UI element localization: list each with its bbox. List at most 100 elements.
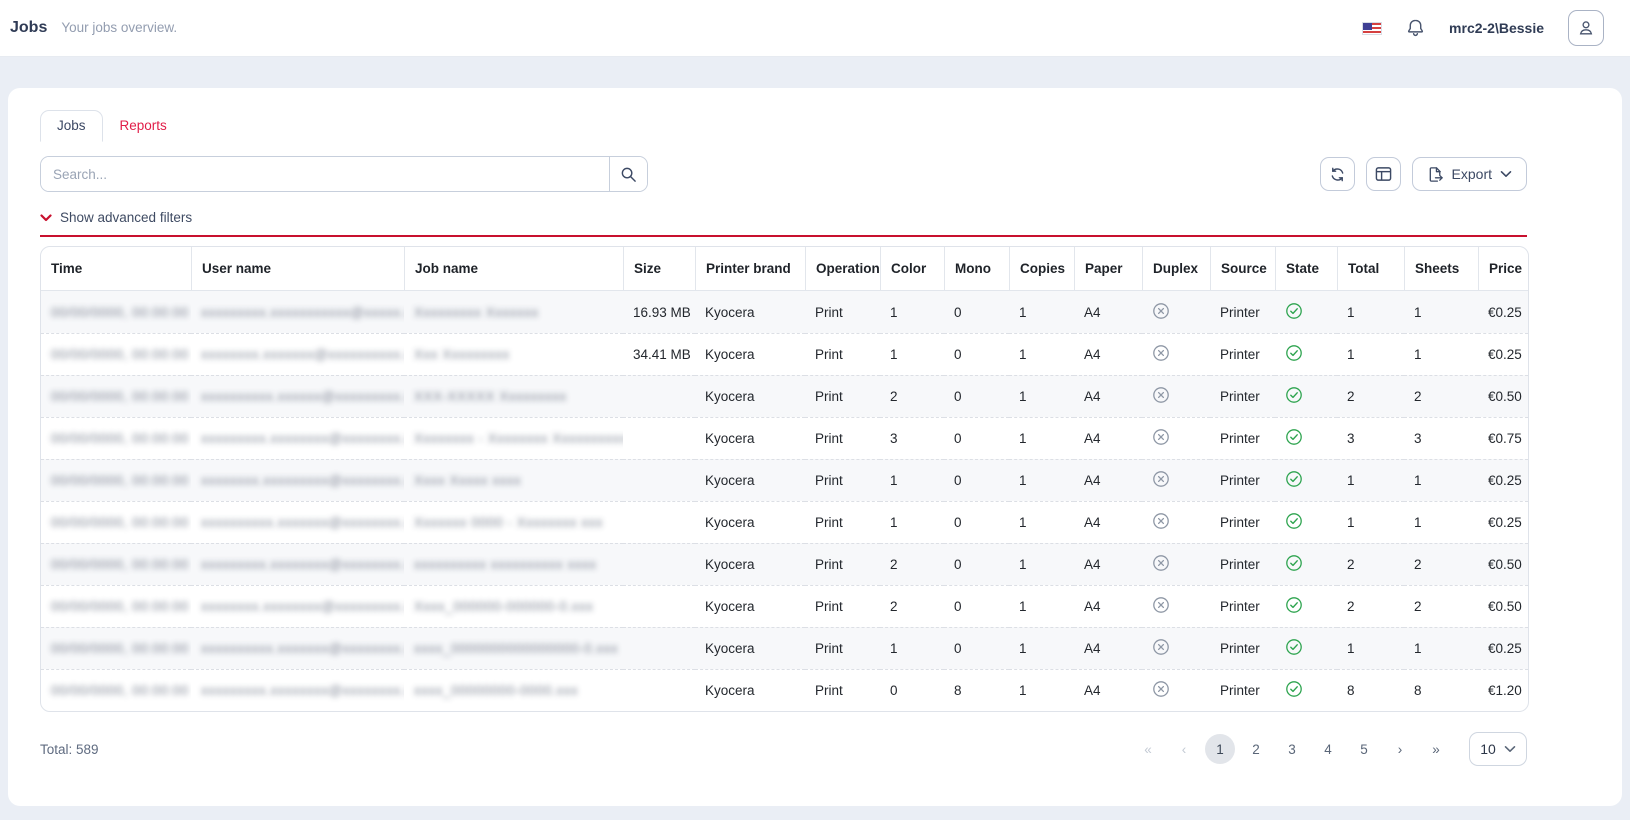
cell-size xyxy=(623,459,695,501)
cell-total: 3 xyxy=(1337,417,1404,459)
cell-user: xxxxxxxxxx.xxxxxx@xxxxxxxxx.xxx xyxy=(191,375,404,417)
column-header[interactable]: Mono xyxy=(944,247,1009,291)
pagination-page-button[interactable]: 4 xyxy=(1313,734,1343,764)
table-row[interactable]: 00/00/0000, 00:00:00xxxxxxxxxx.xxxxxx@xx… xyxy=(41,375,1528,417)
cell-total: 8 xyxy=(1337,669,1404,711)
cell-time-value: 00/00/0000, 00:00:00 xyxy=(51,641,189,656)
cell-mono-value: 0 xyxy=(954,641,962,656)
refresh-button[interactable] xyxy=(1320,157,1355,191)
search-button[interactable] xyxy=(609,157,647,191)
cell-user: xxxxxxxxxx.xxxxxxx@xxxxxxxx.xxx xyxy=(191,627,404,669)
cell-paper: A4 xyxy=(1074,333,1142,375)
table-row[interactable]: 00/00/0000, 00:00:00xxxxxxxxxx.xxxxxxx@x… xyxy=(41,501,1528,543)
column-header[interactable]: Color xyxy=(880,247,944,291)
cell-time-value: 00/00/0000, 00:00:00 xyxy=(51,347,189,362)
page-size-select[interactable]: 10 xyxy=(1469,732,1527,766)
export-button[interactable]: Export xyxy=(1412,157,1527,191)
cell-source: Printer xyxy=(1210,669,1275,711)
table-row[interactable]: 00/00/0000, 00:00:00 xxxxxxxxx.xxxxxxxx@x… xyxy=(41,417,1528,459)
export-icon xyxy=(1427,166,1444,183)
cell-copies-value: 1 xyxy=(1019,515,1027,530)
cell-job: xxxxxxxxxx xxxxxxxxxx xxxx xyxy=(404,543,623,585)
table-row[interactable]: 00/00/0000, 00:00:00xxxxxxxx.xxxxxxx@xxx… xyxy=(41,333,1528,375)
cell-copies-value: 1 xyxy=(1019,683,1027,698)
cell-time-value: 00/00/0000, 00:00:00 xyxy=(51,431,189,446)
cell-job-value: Xxxxxxx 0000 - Xxxxxxxx xxx xyxy=(414,515,603,530)
show-advanced-filters-toggle[interactable]: Show advanced filters xyxy=(40,210,1590,225)
cell-state xyxy=(1275,459,1337,501)
column-header[interactable]: Printer brand xyxy=(695,247,805,291)
tab-jobs[interactable]: Jobs xyxy=(40,110,103,142)
cell-copies: 1 xyxy=(1009,585,1074,627)
column-header[interactable]: User name xyxy=(191,247,404,291)
pagination-prev-button[interactable]: ‹ xyxy=(1169,734,1199,764)
table-row[interactable]: 00/00/0000, 00:00:00xxxxxxxxx.xxxxxxxx@x… xyxy=(41,543,1528,585)
cell-user-value: xxxxxxxxx.xxxxxxxx@xxxxxxxx.xxx xyxy=(201,431,404,446)
column-header[interactable]: Source xyxy=(1210,247,1275,291)
cell-price-value: €0.25 xyxy=(1488,347,1522,362)
table-row[interactable]: 00/00/0000, 00:00:00xxxxxxxxx.xxxxxxxxxx… xyxy=(41,291,1528,333)
duplex-off-icon xyxy=(1152,554,1170,572)
cell-paper-value: A4 xyxy=(1084,599,1101,614)
cell-job: XXX-XXXXX Xxxxxxxxx xyxy=(404,375,623,417)
cell-user-value: xxxxxxxx.xxxxxxxxx@xxxxxxxx.xxx xyxy=(201,473,404,488)
table-row[interactable]: 00/00/0000, 00:00:00xxxxxxxxx.xxxxxxxx@x… xyxy=(41,669,1528,711)
cell-source: Printer xyxy=(1210,375,1275,417)
pagination-page-button[interactable]: 3 xyxy=(1277,734,1307,764)
columns-settings-button[interactable] xyxy=(1366,157,1401,191)
cell-color-value: 2 xyxy=(890,599,898,614)
cell-source: Printer xyxy=(1210,543,1275,585)
cell-operation-value: Print xyxy=(815,347,843,362)
cell-operation-value: Print xyxy=(815,557,843,572)
columns-icon xyxy=(1375,166,1392,182)
table-row[interactable]: 00/00/0000, 00:00:00xxxxxxxx.xxxxxxxx@xx… xyxy=(41,585,1528,627)
cell-mono-value: 0 xyxy=(954,431,962,446)
language-flag-icon[interactable] xyxy=(1362,22,1382,35)
column-header[interactable]: Duplex xyxy=(1142,247,1210,291)
cell-time: 00/00/0000, 00:00:00 xyxy=(41,291,191,333)
cell-total: 1 xyxy=(1337,501,1404,543)
cell-total: 1 xyxy=(1337,459,1404,501)
cell-copies: 1 xyxy=(1009,459,1074,501)
cell-color-value: 0 xyxy=(890,683,898,698)
tab-reports[interactable]: Reports xyxy=(103,110,184,142)
cell-copies-value: 1 xyxy=(1019,557,1027,572)
table-row[interactable]: 00/00/0000, 00:00:00xxxxxxxxxx.xxxxxxx@x… xyxy=(41,627,1528,669)
cell-copies-value: 1 xyxy=(1019,473,1027,488)
pagination-page-button[interactable]: 2 xyxy=(1241,734,1271,764)
notifications-bell-icon[interactable] xyxy=(1406,18,1425,38)
column-header[interactable]: Job name xyxy=(404,247,623,291)
cell-paper: A4 xyxy=(1074,501,1142,543)
cell-state xyxy=(1275,669,1337,711)
cell-total: 2 xyxy=(1337,585,1404,627)
page-title: Jobs xyxy=(10,19,47,37)
column-header[interactable]: Paper xyxy=(1074,247,1142,291)
column-header[interactable]: Price xyxy=(1478,247,1528,291)
column-header[interactable]: Time xyxy=(41,247,191,291)
cell-state xyxy=(1275,543,1337,585)
table-row[interactable]: 00/00/0000, 00:00:00xxxxxxxx.xxxxxxxxx@x… xyxy=(41,459,1528,501)
pagination-next-button[interactable]: › xyxy=(1385,734,1415,764)
pagination-page-button[interactable]: 5 xyxy=(1349,734,1379,764)
cell-price: €0.50 xyxy=(1478,585,1528,627)
current-user-label: mrc2-2\Bessie xyxy=(1449,20,1544,36)
pagination-first-button[interactable]: « xyxy=(1133,734,1163,764)
column-header[interactable]: Copies xyxy=(1009,247,1074,291)
search-input[interactable] xyxy=(41,157,609,191)
column-header[interactable]: Total xyxy=(1337,247,1404,291)
cell-copies: 1 xyxy=(1009,375,1074,417)
cell-job: Xxxxxxxxx Xxxxxxx xyxy=(404,291,623,333)
column-header[interactable]: Size xyxy=(623,247,695,291)
cell-mono-value: 0 xyxy=(954,305,962,320)
cell-brand-value: Kyocera xyxy=(705,641,755,656)
pagination-page-button[interactable]: 1 xyxy=(1205,734,1235,764)
column-header[interactable]: State xyxy=(1275,247,1337,291)
user-menu-button[interactable] xyxy=(1568,10,1604,46)
cell-size: 34.41 MB xyxy=(623,333,695,375)
pagination-last-button[interactable]: » xyxy=(1421,734,1451,764)
cell-time: 00/00/0000, 00:00:00 xyxy=(41,417,191,459)
user-icon xyxy=(1577,19,1595,37)
column-header[interactable]: Operation xyxy=(805,247,880,291)
column-header[interactable]: Sheets xyxy=(1404,247,1478,291)
cell-duplex xyxy=(1142,585,1210,627)
